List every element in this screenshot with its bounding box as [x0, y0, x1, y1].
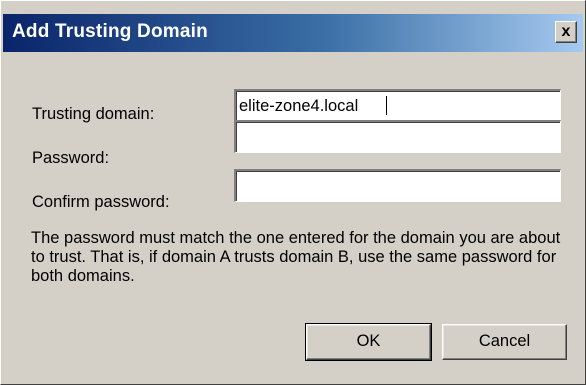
confirm-password-label: Confirm password:	[32, 193, 170, 211]
text-caret	[386, 96, 387, 115]
dialog-title: Add Trusting Domain	[12, 21, 208, 42]
ok-button[interactable]: OK	[305, 323, 432, 361]
add-trusting-domain-dialog: Add Trusting Domain x Trusting domain: P…	[0, 0, 586, 385]
confirm-password-input[interactable]	[234, 169, 561, 202]
password-input[interactable]	[234, 120, 561, 153]
password-hint-text: The password must match the one entered …	[31, 229, 561, 285]
trusting-domain-label: Trusting domain:	[32, 105, 155, 123]
title-bar[interactable]: Add Trusting Domain x	[3, 14, 583, 52]
close-button[interactable]: x	[555, 21, 577, 43]
password-label: Password:	[32, 149, 110, 167]
cancel-button[interactable]: Cancel	[442, 324, 567, 360]
trusting-domain-input[interactable]	[234, 89, 561, 122]
close-icon: x	[561, 23, 571, 40]
